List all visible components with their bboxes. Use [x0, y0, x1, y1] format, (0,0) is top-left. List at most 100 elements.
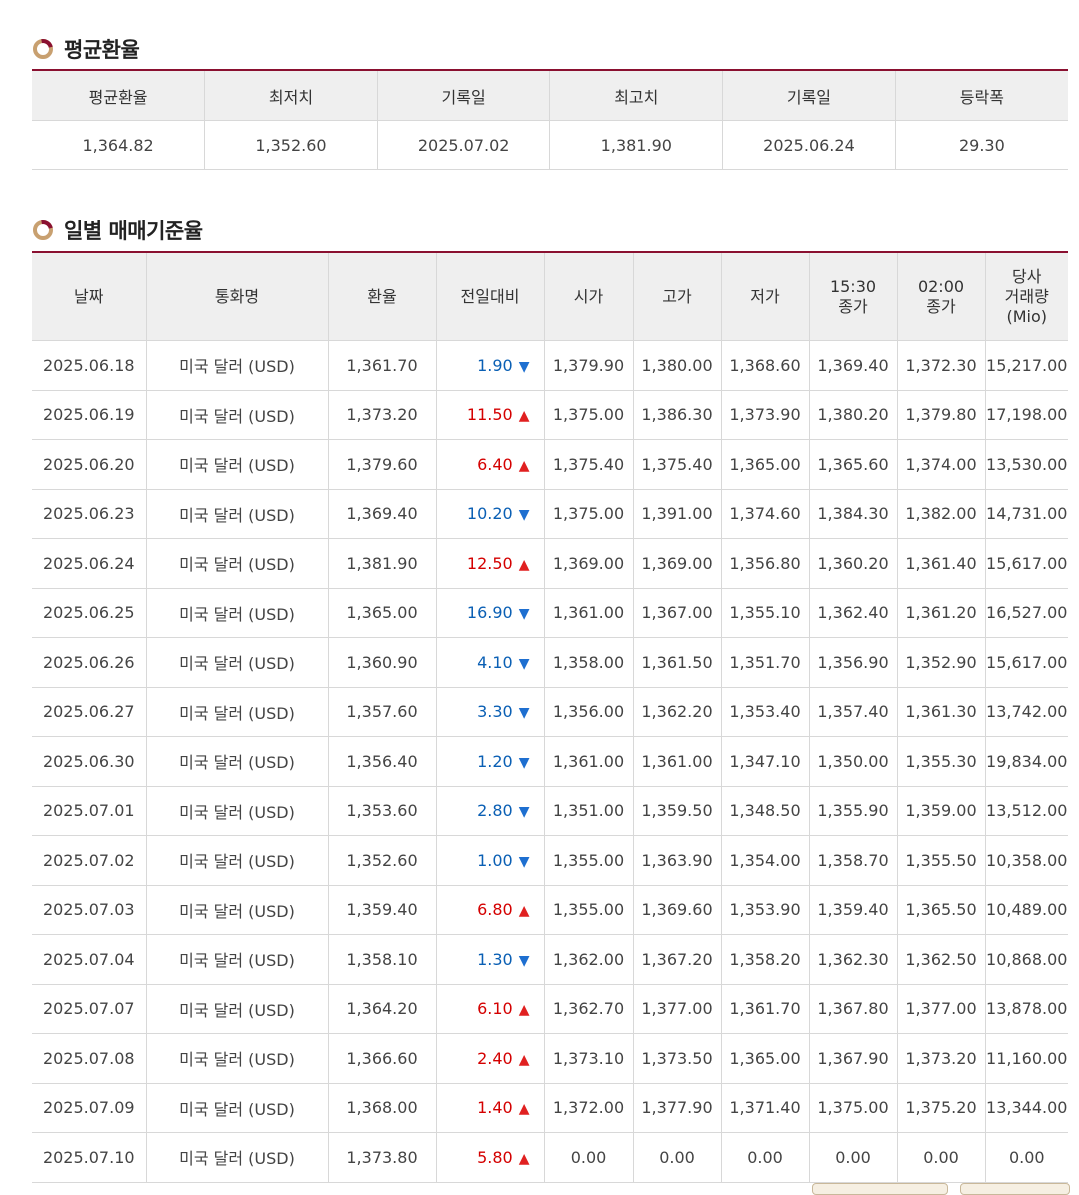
cell-open: 1,358.00: [544, 637, 634, 688]
triangle-up-icon: ▲: [518, 903, 530, 920]
cell-rate: 1,361.70: [328, 340, 437, 391]
header-cell: 15:30 종가: [809, 252, 898, 341]
change-value: 1.90: [477, 355, 513, 375]
cell-high: 1,391.00: [633, 489, 722, 539]
daily-table-body: 2025.06.18 미국 달러 (USD) 1,361.70 1.90 ▼ 1,379.…: [32, 340, 1068, 1183]
cell-currency: 미국 달러 (USD): [146, 984, 329, 1034]
table-row: 2025.07.04 미국 달러 (USD) 1,358.10 1.30 ▼ 1,362.…: [32, 934, 1068, 985]
cell-date: 2025.06.24: [32, 538, 147, 589]
change-value: 10.20: [466, 504, 513, 524]
cell-volume: 13,878.00: [985, 984, 1068, 1034]
cell-open: 0.00: [544, 1132, 634, 1183]
cell-date: 2025.06.23: [32, 489, 147, 539]
cell-close0200: 1,373.20: [897, 1033, 986, 1084]
cell-open: 1,355.00: [544, 835, 634, 886]
cell-high: 1,369.00: [633, 538, 722, 589]
triangle-up-icon: ▲: [518, 1101, 530, 1118]
cell-open: 1,372.00: [544, 1083, 634, 1133]
table-row: 2025.07.07 미국 달러 (USD) 1,364.20 6.10 ▲ 1,362.…: [32, 984, 1068, 1034]
cell-rate: 1,368.00: [328, 1083, 437, 1133]
cell-rate: 1,373.80: [328, 1132, 437, 1183]
cell-low: 1,353.90: [721, 885, 810, 935]
cell-high: 1,359.50: [633, 786, 722, 836]
cell-close1530: 1,358.70: [809, 835, 898, 886]
table-row: 2025.07.02 미국 달러 (USD) 1,352.60 1.00 ▼ 1,355.…: [32, 835, 1068, 886]
header-cell: 기록일: [722, 70, 896, 121]
cell-low: 1,347.10: [721, 736, 810, 787]
pager-button[interactable]: [960, 1183, 1070, 1195]
cell-high: 1,386.30: [633, 390, 722, 440]
cell-open: 1,375.40: [544, 439, 634, 490]
cell-volume: 13,742.00: [985, 687, 1068, 737]
value-cell: 2025.07.02: [377, 120, 551, 170]
pager-button[interactable]: [812, 1183, 948, 1195]
cell-low: 1,351.70: [721, 637, 810, 688]
table-row: 2025.06.18 미국 달러 (USD) 1,361.70 1.90 ▼ 1,379.…: [32, 340, 1068, 391]
triangle-down-icon: ▼: [518, 507, 530, 524]
cell-date: 2025.06.27: [32, 687, 147, 737]
cell-close1530: 1,356.90: [809, 637, 898, 688]
value-cell: 1,364.82: [32, 120, 206, 170]
table-row: 2025.06.24 미국 달러 (USD) 1,381.90 12.50 ▲ 1,369…: [32, 538, 1068, 589]
header-cell: 최저치: [204, 70, 378, 121]
cell-close0200: 0.00: [897, 1132, 986, 1183]
cell-low: 1,368.60: [721, 340, 810, 391]
cell-open: 1,361.00: [544, 736, 634, 787]
triangle-down-icon: ▼: [518, 606, 530, 623]
cell-low: 1,365.00: [721, 439, 810, 490]
change-value: 3.30: [477, 702, 513, 722]
triangle-down-icon: ▼: [518, 358, 530, 375]
daily-header-row: 날짜 통화명 환율 전일대비 시가 고가 저가 15:30 종가 02:00 종가 당사 거래량 (Mio…: [32, 252, 1068, 341]
cell-date: 2025.07.01: [32, 786, 147, 836]
cell-low: 1,355.10: [721, 588, 810, 638]
header-cell: 환율: [328, 252, 437, 341]
cell-rate: 1,359.40: [328, 885, 437, 935]
cell-low: 1,361.70: [721, 984, 810, 1034]
cell-close0200: 1,377.00: [897, 984, 986, 1034]
cell-high: 1,375.40: [633, 439, 722, 490]
cell-high: 1,367.00: [633, 588, 722, 638]
cell-rate: 1,366.60: [328, 1033, 437, 1084]
cell-volume: 15,617.00: [985, 538, 1068, 589]
change-value: 6.80: [477, 900, 513, 920]
header-cell: 02:00 종가: [897, 252, 986, 341]
cell-open: 1,373.10: [544, 1033, 634, 1084]
cell-change: 1.40 ▲: [436, 1083, 545, 1133]
cell-rate: 1,356.40: [328, 736, 437, 787]
cell-currency: 미국 달러 (USD): [146, 637, 329, 688]
table-row: 2025.06.25 미국 달러 (USD) 1,365.00 16.90 ▼ 1,361…: [32, 588, 1068, 638]
cell-change: 10.20 ▼: [436, 489, 545, 539]
cell-volume: 16,527.00: [985, 588, 1068, 638]
table-row: 2025.06.23 미국 달러 (USD) 1,369.40 10.20 ▼ 1,375…: [32, 489, 1068, 539]
cell-volume: 14,731.00: [985, 489, 1068, 539]
cell-date: 2025.06.20: [32, 439, 147, 490]
cell-rate: 1,364.20: [328, 984, 437, 1034]
header-cell: 고가: [633, 252, 722, 341]
cell-low: 1,348.50: [721, 786, 810, 836]
table-row: 2025.06.26 미국 달러 (USD) 1,360.90 4.10 ▼ 1,358.…: [32, 637, 1068, 688]
cell-low: 0.00: [721, 1132, 810, 1183]
cell-close0200: 1,355.50: [897, 835, 986, 886]
cell-close0200: 1,361.40: [897, 538, 986, 589]
cell-date: 2025.07.02: [32, 835, 147, 886]
header-cell: 당사 거래량 (Mio): [985, 252, 1068, 341]
change-value: 1.40: [477, 1098, 513, 1118]
cell-open: 1,351.00: [544, 786, 634, 836]
header-cell: 날짜: [32, 252, 147, 341]
header-cell: 기록일: [377, 70, 551, 121]
section-title-average: 평균환율: [32, 34, 140, 64]
cell-currency: 미국 달러 (USD): [146, 1083, 329, 1133]
cell-close0200: 1,374.00: [897, 439, 986, 490]
cell-rate: 1,379.60: [328, 439, 437, 490]
cell-currency: 미국 달러 (USD): [146, 1033, 329, 1084]
cell-currency: 미국 달러 (USD): [146, 687, 329, 737]
cell-high: 1,367.20: [633, 934, 722, 985]
cell-close1530: 1,359.40: [809, 885, 898, 935]
value-cell: 29.30: [895, 120, 1068, 170]
cell-change: 1.20 ▼: [436, 736, 545, 787]
cell-low: 1,358.20: [721, 934, 810, 985]
cell-open: 1,361.00: [544, 588, 634, 638]
cell-volume: 15,617.00: [985, 637, 1068, 688]
cell-volume: 13,530.00: [985, 439, 1068, 490]
cell-currency: 미국 달러 (USD): [146, 1132, 329, 1183]
